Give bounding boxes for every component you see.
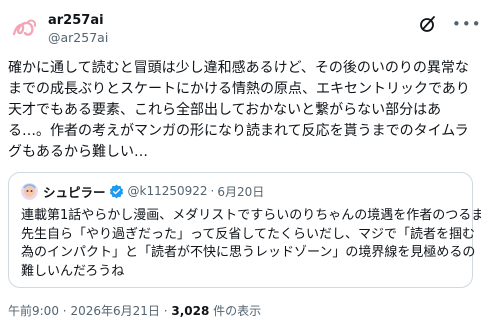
tweet-body-line: る…。作者の考えがマンガの形になり読まれて反応を貰うまでのタイムラ [8,123,469,139]
tweet-body-line: 確かに通して読むと冒頭は少し違和感あるけど、その後のいのりの異常な [8,60,469,76]
footer-separator: · [62,304,67,318]
quoted-author-handle[interactable]: @k11250922 [128,184,208,198]
more-options-button[interactable]: ••• [452,14,481,34]
verified-badge-icon [109,184,123,198]
quoted-tweet-line: 為のインパクト」と「読者が不快に思うレッドゾーン」の境界線を見極めるの [21,245,476,260]
quoted-tweet-date[interactable]: 6月20日 [217,183,264,200]
author-avatar[interactable] [8,12,42,46]
quoted-tweet-header: シュピラー @k11250922 · 6月20日 [21,182,264,200]
tweet-footer: 午前9:00 · 2026年6月21日 · 3,028 件の表示 [8,303,261,319]
grok-button[interactable] [418,14,438,34]
quoted-tweet-body: 連載第1話やらかし漫画、メダリストですらいのりちゃんの境遇を作者のつるま 先生自… [21,207,481,281]
quoted-tweet[interactable]: シュピラー @k11250922 · 6月20日 連載第1話やらかし漫画、メダリ… [8,172,481,288]
more-dots-icon: ••• [452,15,481,33]
quoted-tweet-line: 先生自ら「やり過ぎだった」って反省してたくらいだし、マジで「読者を掴む [21,226,475,242]
quoted-author-avatar[interactable] [21,182,38,200]
tweet-body-line: までの成長ぶりとスケートにかける情熱の原点、エキセントリックであり [8,81,470,97]
footer-separator: · [163,304,168,318]
quoted-author-name[interactable]: シュピラー [43,182,106,201]
tweet-card: ar257ai @ar257ai ••• 確かに通して読むと冒頭は少し違和感ある… [0,0,481,326]
tweet-body-line: 天才でもある要素、これら全部出しておかないと繋がらない部分はあ [8,102,442,118]
quoted-tweet-line: 難しいんだろうね [21,263,125,279]
tweet-time[interactable]: 午前9:00 [8,304,59,318]
quoted-tweet-line: 連載第1話やらかし漫画、メダリストですらいのりちゃんの境遇を作者のつるま [21,208,481,223]
tweet-date[interactable]: 2026年6月21日 [70,304,159,318]
author-info: ar257ai @ar257ai [48,12,108,46]
author-display-name[interactable]: ar257ai [48,12,108,29]
tweet-body-line: グもあるから難しい… [8,144,148,160]
author-handle[interactable]: @ar257ai [48,29,108,46]
grok-icon [420,16,435,32]
views-count[interactable]: 3,028 [171,304,209,318]
tweet-body: 確かに通して読むと冒頭は少し違和感あるけど、その後のいのりの異常な までの成長ぶ… [8,58,470,163]
pink-swirl-avatar-icon [8,12,42,46]
views-label: 件の表示 [213,304,262,318]
quoted-meta-separator: · [210,184,215,198]
quoted-avatar-icon [21,182,38,200]
